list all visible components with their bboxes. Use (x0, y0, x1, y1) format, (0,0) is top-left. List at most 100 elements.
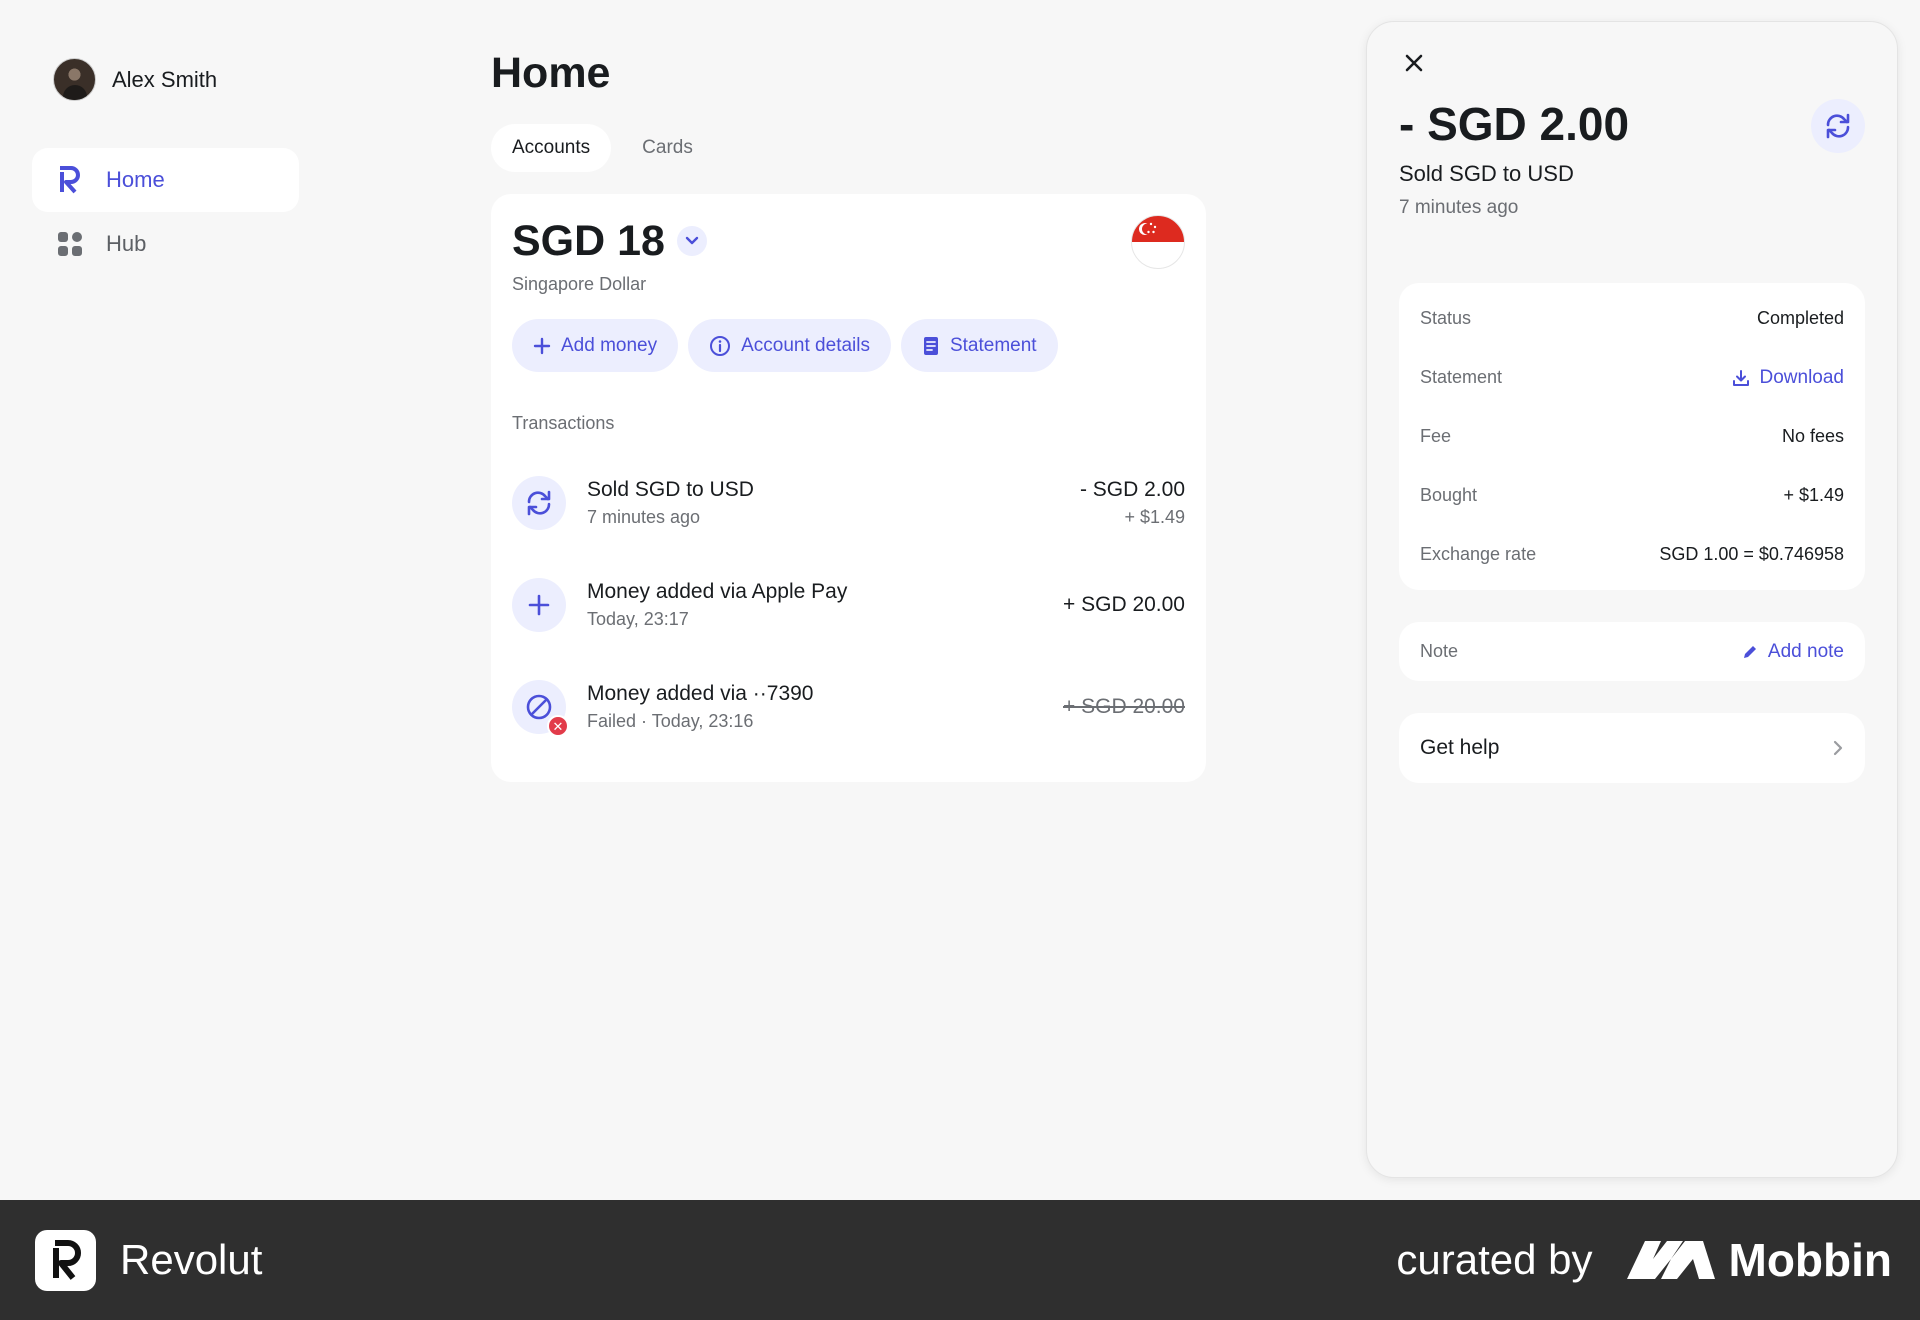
sidebar-item-hub[interactable]: Hub (32, 212, 299, 276)
mobbin-name: Mobbin (1728, 1234, 1893, 1286)
panel-title: Sold SGD to USD (1399, 161, 1574, 186)
avatar[interactable] (53, 58, 96, 101)
transactions-heading: Transactions (512, 413, 615, 433)
sidebar-nav: Home Hub (32, 148, 299, 276)
chevron-right-icon (1833, 740, 1843, 756)
bought-value: + $1.49 (1783, 485, 1844, 505)
detail-label: Bought (1420, 485, 1478, 505)
transaction-subtitle: 7 minutes ago (587, 507, 701, 527)
detail-row-status: Status Completed (1420, 289, 1844, 348)
transaction-row[interactable]: Money added via Apple Pay Today, 23:17 +… (512, 554, 1185, 656)
brand: Revolut (35, 1229, 263, 1291)
transaction-text: Money added via Apple Pay Today, 23:17 (587, 578, 1063, 632)
transaction-text: Money added via ··7390 Failed · Today, 2… (587, 680, 1063, 734)
balance-row: SGD 18 (512, 216, 1185, 266)
transaction-title: Money added via ··7390 (587, 682, 814, 705)
footer-banner: Revolut curated by Mobbin (0, 1200, 1920, 1320)
tab-bar: Accounts Cards (491, 124, 1206, 172)
download-label: Download (1759, 366, 1845, 388)
detail-label: Status (1420, 308, 1472, 328)
account-balance: SGD 18 (512, 217, 665, 265)
curated-by: curated by Mobbin (1396, 1233, 1892, 1287)
tab-accounts[interactable]: Accounts (491, 124, 612, 172)
exchange-icon (1826, 113, 1850, 139)
detail-row-fee: Fee No fees (1420, 407, 1844, 466)
transaction-subtitle: Today, 23:17 (587, 609, 689, 629)
add-money-label: Add money (561, 334, 658, 356)
statement-label: Statement (949, 334, 1037, 356)
document-icon (923, 336, 938, 355)
account-actions: Add money Account details Statement (512, 319, 1185, 372)
failed-badge-icon: ✕ (547, 715, 569, 737)
fee-value: No fees (1781, 426, 1844, 446)
revolut-logo-icon (35, 1229, 96, 1291)
detail-row-bought: Bought + $1.49 (1420, 466, 1844, 525)
add-note-label: Add note (1767, 640, 1844, 662)
add-note-link[interactable]: Add note (1742, 641, 1844, 663)
page-title: Home (491, 49, 611, 97)
singapore-flag-icon (1131, 215, 1185, 269)
chevron-down-icon (685, 236, 699, 245)
transaction-row[interactable]: ✕ Money added via ··7390 Failed · Today,… (512, 656, 1185, 758)
curated-by-text: curated by (1396, 1236, 1593, 1283)
plus-icon (512, 578, 566, 632)
pencil-icon (1743, 645, 1756, 658)
currency-name: Singapore Dollar (512, 274, 647, 294)
panel-time: 7 minutes ago (1399, 197, 1519, 218)
detail-label: Statement (1420, 367, 1503, 387)
transaction-amounts: + SGD 20.00 (1063, 693, 1185, 721)
transaction-title: Money added via Apple Pay (587, 580, 848, 603)
status-value: Completed (1756, 308, 1844, 328)
account-card: SGD 18 Singapore Dollar Add money Accoun… (491, 194, 1206, 782)
transaction-subtitle: Failed · Today, 23:16 (587, 711, 754, 731)
download-statement-link[interactable]: Download (1732, 366, 1845, 389)
account-details-label: Account details (741, 334, 870, 356)
note-card: Note Add note (1399, 622, 1865, 681)
sidebar: Alex Smith Home Hub (32, 52, 299, 276)
transaction-title: Sold SGD to USD (587, 478, 754, 501)
blocked-icon: ✕ (512, 680, 569, 737)
brand-name: Revolut (120, 1236, 263, 1283)
transaction-detail-panel: - SGD 2.00 Sold SGD to USD 7 minutes ago… (1366, 21, 1898, 1178)
details-card: Status Completed Statement Download Fee … (1399, 283, 1865, 590)
transaction-amount: + SGD 20.00 (1063, 695, 1185, 718)
download-icon (1732, 369, 1749, 386)
sidebar-item-label: Hub (106, 231, 147, 256)
panel-amount: - SGD 2.00 (1399, 98, 1630, 150)
transaction-text: Sold SGD to USD 7 minutes ago (587, 476, 1080, 530)
close-button[interactable] (1397, 46, 1431, 80)
get-help-label: Get help (1420, 736, 1500, 759)
detail-row-statement: Statement Download (1420, 348, 1844, 407)
transaction-amount: - SGD 2.00 (1079, 478, 1185, 501)
transaction-amount: + SGD 20.00 (1063, 593, 1185, 616)
account-switcher-button[interactable] (676, 226, 707, 256)
exchange-button[interactable] (1811, 99, 1865, 153)
transaction-secondary-amount: + $1.49 (1124, 507, 1185, 527)
transaction-amounts: - SGD 2.00 + $1.49 (1080, 476, 1185, 530)
exchange-rate-value: SGD 1.00 = $0.746958 (1659, 544, 1844, 564)
user-profile[interactable]: Alex Smith (32, 52, 299, 107)
note-label: Note (1420, 641, 1459, 661)
info-icon (710, 335, 731, 356)
user-name: Alex Smith (112, 66, 218, 92)
transactions-list: Sold SGD to USD 7 minutes ago - SGD 2.00… (512, 452, 1185, 758)
grid-icon (56, 230, 84, 258)
statement-button[interactable]: Statement (900, 319, 1058, 372)
revolut-r-icon (56, 166, 84, 194)
plus-icon (533, 337, 551, 354)
detail-label: Exchange rate (1420, 544, 1537, 564)
close-icon (1405, 54, 1423, 72)
sidebar-item-label: Home (106, 167, 165, 192)
get-help-button[interactable]: Get help (1399, 713, 1865, 783)
mobbin-brand: Mobbin (1626, 1233, 1893, 1287)
mobbin-logo-icon (1626, 1241, 1715, 1279)
transaction-amounts: + SGD 20.00 (1063, 591, 1185, 619)
detail-label: Fee (1420, 426, 1452, 446)
sidebar-item-home[interactable]: Home (32, 148, 299, 212)
main-content: Home Accounts Cards SGD 18 Singapore Dol… (491, 44, 1206, 782)
transaction-row[interactable]: Sold SGD to USD 7 minutes ago - SGD 2.00… (512, 452, 1185, 554)
detail-row-exchange-rate: Exchange rate SGD 1.00 = $0.746958 (1420, 525, 1844, 584)
add-money-button[interactable]: Add money (512, 319, 679, 372)
account-details-button[interactable]: Account details (688, 319, 891, 372)
tab-cards[interactable]: Cards (621, 124, 714, 172)
